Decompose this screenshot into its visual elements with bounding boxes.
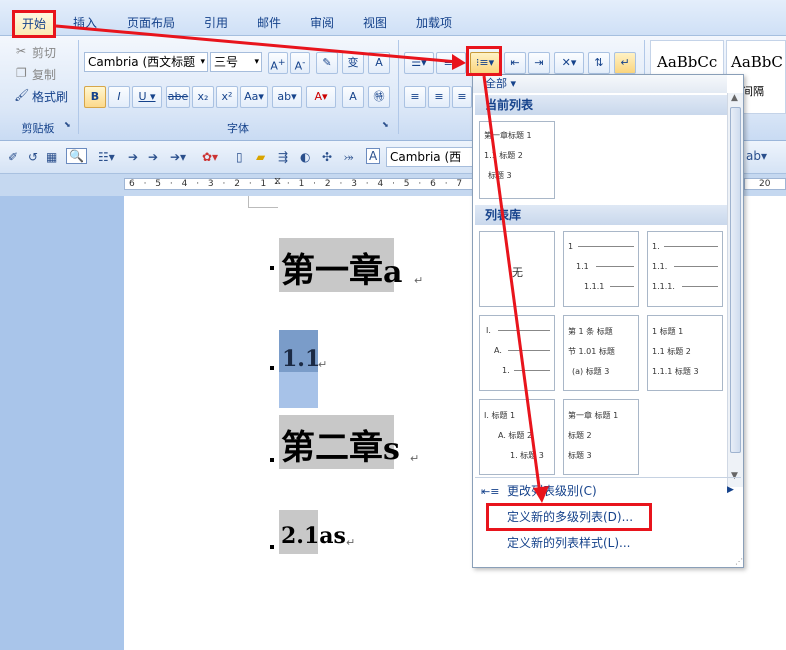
annotation-arrowhead [452, 54, 466, 70]
annotation-arrows [55, 24, 549, 503]
annotation-arrow-line [482, 75, 542, 495]
annotation-arrowhead [533, 486, 549, 503]
annotation-arrow-line [55, 24, 459, 64]
